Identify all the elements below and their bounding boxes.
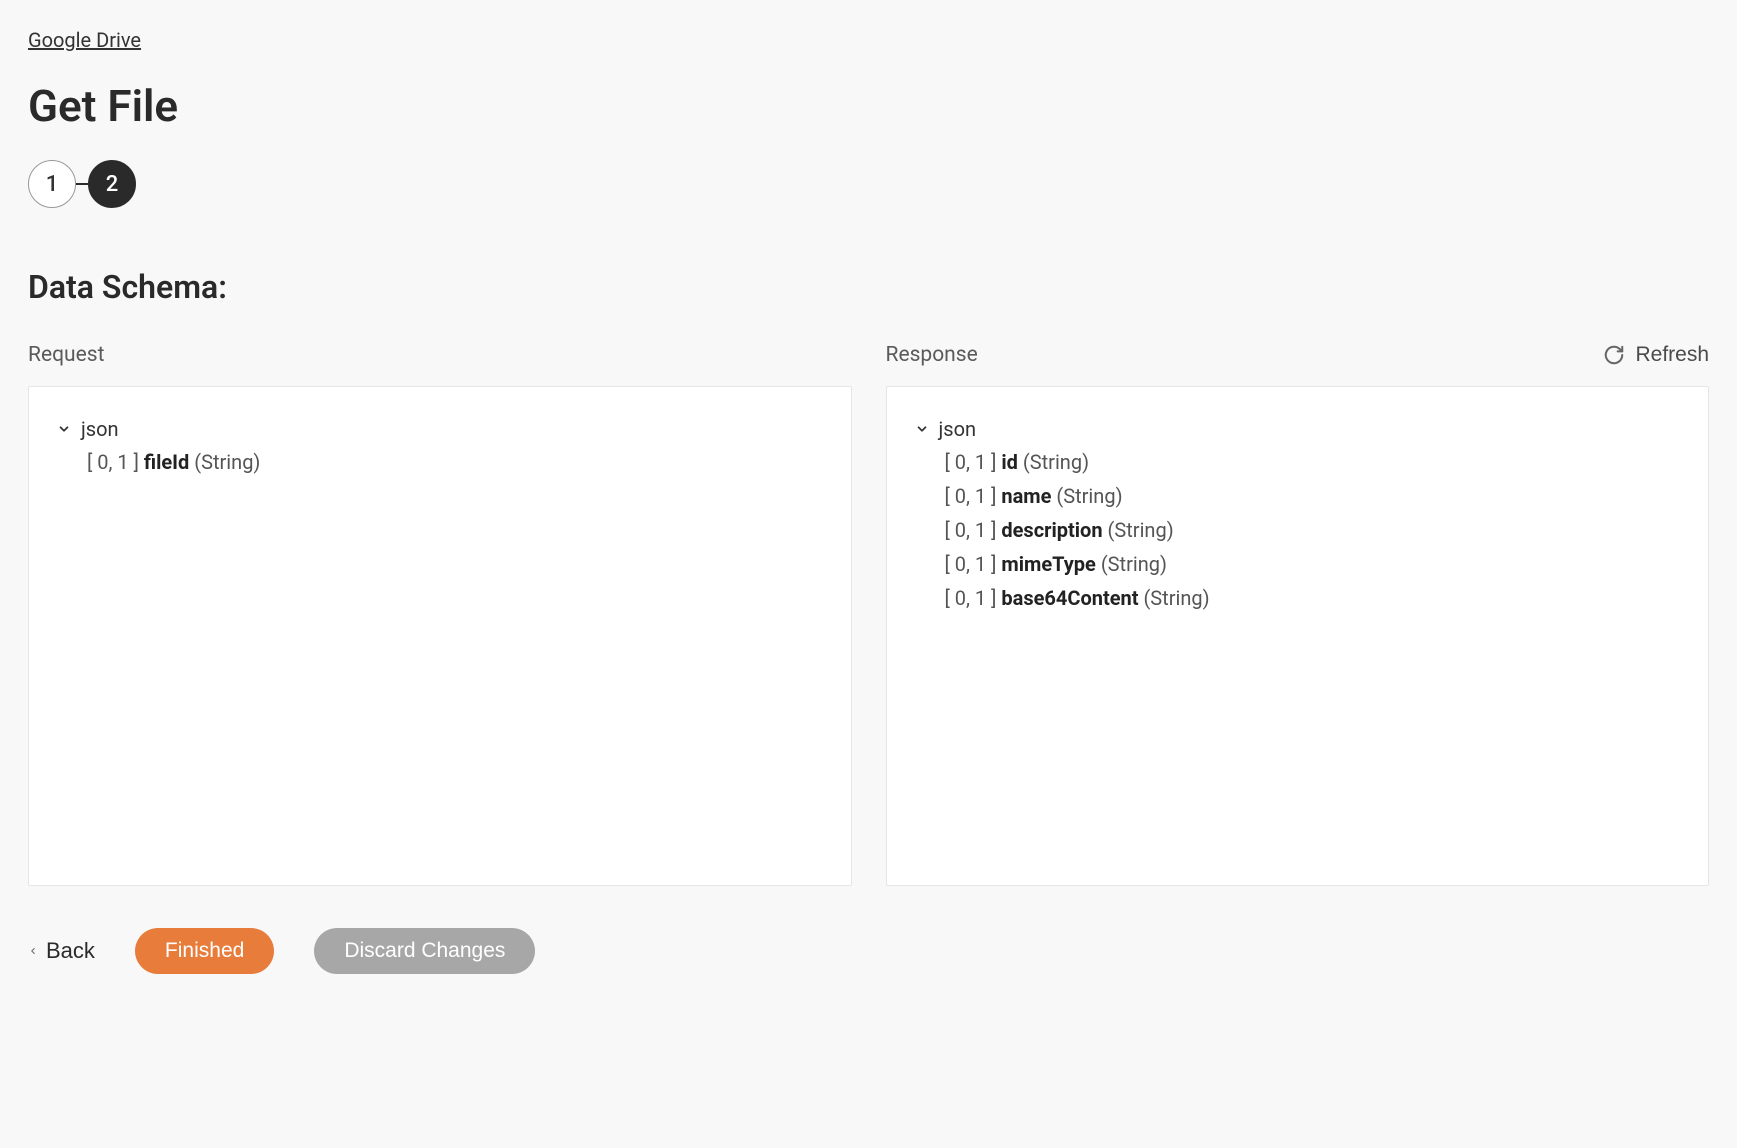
request-label: Request <box>28 343 104 367</box>
field-cardinality: [ 0, 1 ] <box>87 450 144 474</box>
field-name: mimeType <box>1001 552 1096 576</box>
refresh-label: Refresh <box>1635 343 1709 367</box>
field-cardinality: [ 0, 1 ] <box>945 450 1002 474</box>
back-label: Back <box>46 938 95 964</box>
footer-actions: Back Finished Discard Changes <box>28 928 1709 974</box>
back-button[interactable]: Back <box>28 938 95 964</box>
page-title: Get File <box>28 80 1709 132</box>
response-root-label: json <box>939 417 977 441</box>
refresh-icon <box>1603 344 1625 366</box>
field-type: (String) <box>1051 484 1122 508</box>
field-type: (String) <box>1096 552 1167 576</box>
field-type: (String) <box>1138 586 1209 610</box>
response-field-row[interactable]: [ 0, 1 ] description (String) <box>945 513 1681 547</box>
response-schema-box: json [ 0, 1 ] id (String)[ 0, 1 ] name (… <box>886 386 1710 886</box>
request-column: Request json [ 0, 1 ] fileId (String) <box>28 338 852 886</box>
step-2[interactable]: 2 <box>88 160 136 208</box>
step-1[interactable]: 1 <box>28 160 76 208</box>
field-cardinality: [ 0, 1 ] <box>945 586 1002 610</box>
response-label: Response <box>886 343 978 367</box>
field-cardinality: [ 0, 1 ] <box>945 552 1002 576</box>
chevron-left-icon <box>28 944 38 958</box>
response-field-row[interactable]: [ 0, 1 ] name (String) <box>945 479 1681 513</box>
chevron-down-icon <box>57 422 71 436</box>
request-field-row[interactable]: [ 0, 1 ] fileId (String) <box>87 445 823 479</box>
field-cardinality: [ 0, 1 ] <box>945 484 1002 508</box>
discard-button[interactable]: Discard Changes <box>314 928 535 974</box>
response-field-row[interactable]: [ 0, 1 ] id (String) <box>945 445 1681 479</box>
field-type: (String) <box>1103 518 1174 542</box>
step-connector <box>76 183 88 185</box>
field-name: name <box>1001 484 1051 508</box>
request-root-label: json <box>81 417 119 441</box>
response-field-row[interactable]: [ 0, 1 ] mimeType (String) <box>945 547 1681 581</box>
response-column: Response Refresh json [ <box>886 338 1710 886</box>
field-name: fileId <box>144 450 189 474</box>
request-schema-box: json [ 0, 1 ] fileId (String) <box>28 386 852 886</box>
response-field-row[interactable]: [ 0, 1 ] base64Content (String) <box>945 581 1681 615</box>
section-heading: Data Schema: <box>28 268 1709 306</box>
field-type: (String) <box>1018 450 1089 474</box>
finished-button[interactable]: Finished <box>135 928 274 974</box>
field-name: id <box>1001 450 1018 474</box>
response-root-node[interactable]: json <box>915 413 1681 445</box>
refresh-button[interactable]: Refresh <box>1603 343 1709 367</box>
field-cardinality: [ 0, 1 ] <box>945 518 1002 542</box>
request-root-node[interactable]: json <box>57 413 823 445</box>
stepper: 1 2 <box>28 160 1709 208</box>
field-name: description <box>1001 518 1102 542</box>
chevron-down-icon <box>915 422 929 436</box>
field-name: base64Content <box>1001 586 1138 610</box>
breadcrumb-link[interactable]: Google Drive <box>28 28 141 52</box>
field-type: (String) <box>189 450 260 474</box>
